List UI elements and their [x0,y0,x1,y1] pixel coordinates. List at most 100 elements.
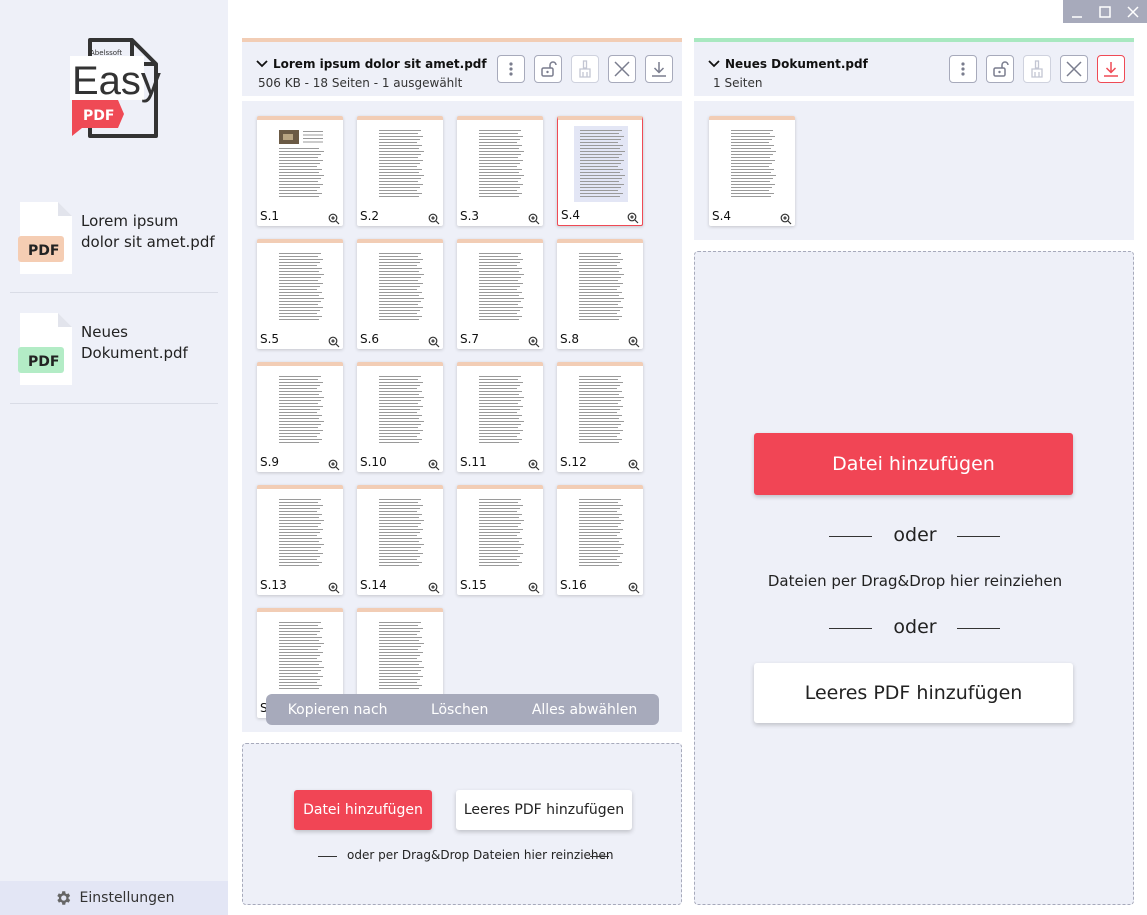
more-vertical-icon [961,62,965,76]
zoom-in-icon [328,213,340,225]
more-options-button[interactable] [497,55,525,83]
zoom-in-icon [328,336,340,348]
page-label: S.1 [260,209,280,223]
zoom-in-icon [428,213,440,225]
zoom-in-icon [528,336,540,348]
zoom-button[interactable] [428,579,440,594]
zoom-button[interactable] [780,210,792,225]
page-thumbnail[interactable]: S.3 [457,116,543,226]
page-thumbnail[interactable]: S.11 [457,362,543,472]
logo-badge-text: PDF [83,108,114,124]
page-label: S.4 [561,208,581,222]
sidebar: Abelssoft Easy PDF PDF Lorem ipsum dolor… [0,0,228,915]
window-controls [1063,0,1147,23]
page-preview [573,249,627,325]
close-icon [1066,61,1082,77]
copy-to-button[interactable]: Kopieren nach [288,702,388,718]
page-preview [473,249,527,325]
page-thumbnail[interactable]: S.10 [357,362,443,472]
document-title-toggle[interactable]: Neues Dokument.pdf [708,57,868,71]
deselect-all-button[interactable]: Alles abwählen [532,702,637,718]
zoom-button[interactable] [628,456,640,471]
page-label: S.3 [460,209,480,223]
page-thumbnail[interactable]: S.4 [709,116,795,226]
zoom-button[interactable] [528,210,540,225]
page-label: S.12 [560,455,587,469]
dropzone-right[interactable]: Datei hinzufügen oder Dateien per Drag&D… [694,251,1134,905]
page-preview [725,126,779,202]
add-file-button-small[interactable]: Datei hinzufügen [294,790,432,830]
zoom-button[interactable] [328,210,340,225]
zoom-button[interactable] [328,579,340,594]
unlock-button[interactable] [986,55,1014,83]
page-label: S.11 [460,455,487,469]
sidebar-file-lorem[interactable]: PDF Lorem ipsum dolor sit amet.pdf [10,182,218,293]
page-preview [373,372,427,448]
more-options-button[interactable] [949,55,977,83]
document-title: Neues Dokument.pdf [725,57,868,71]
page-label: S.5 [260,332,280,346]
sidebar-file-name: Neues Dokument.pdf [81,323,188,362]
zoom-in-icon [528,213,540,225]
page-preview [473,126,527,202]
document-header-left: Lorem ipsum dolor sit amet.pdf 506 KB - … [242,38,682,96]
page-thumbnail[interactable]: S.9 [257,362,343,472]
page-preview [573,495,627,571]
page-thumbnail[interactable]: S.15 [457,485,543,595]
document-header-right: Neues Dokument.pdf 1 Seiten [694,38,1134,96]
delete-button[interactable]: Löschen [431,702,488,718]
clean-button[interactable] [1023,55,1051,83]
page-thumbnail[interactable]: S.5 [257,239,343,349]
page-thumbnail[interactable]: S.4 [557,116,643,226]
zoom-button[interactable] [428,210,440,225]
clean-button[interactable] [571,55,599,83]
zoom-button[interactable] [528,579,540,594]
minimize-button[interactable] [1063,0,1091,23]
or-label-1: oder [893,524,937,546]
settings-label: Einstellungen [79,890,175,906]
close-document-button[interactable] [608,55,636,83]
zoom-in-icon [328,582,340,594]
page-thumbnail[interactable]: S.16 [557,485,643,595]
page-preview [273,372,327,448]
page-thumbnail[interactable]: S.12 [557,362,643,472]
zoom-button[interactable] [328,333,340,348]
add-empty-pdf-button[interactable]: Leeres PDF hinzufügen [754,663,1073,723]
page-thumbnail[interactable]: S.6 [357,239,443,349]
page-label: S.16 [560,578,587,592]
zoom-in-icon [780,213,792,225]
zoom-button[interactable] [628,333,640,348]
download-icon [1104,62,1118,77]
download-button[interactable] [645,55,673,83]
page-thumbnail[interactable]: S.14 [357,485,443,595]
zoom-button[interactable] [428,333,440,348]
zoom-button[interactable] [328,456,340,471]
sidebar-file-neues[interactable]: PDF Neues Dokument.pdf [10,293,218,404]
page-thumbnail[interactable]: S.1 [257,116,343,226]
zoom-button[interactable] [528,333,540,348]
page-thumbnail[interactable]: S.8 [557,239,643,349]
page-thumbnail[interactable]: S.13 [257,485,343,595]
close-button[interactable] [1119,0,1147,23]
zoom-in-icon [428,459,440,471]
add-file-button[interactable]: Datei hinzufügen [754,433,1073,495]
page-thumbnail[interactable]: S.2 [357,116,443,226]
page-preview [373,249,427,325]
zoom-button[interactable] [627,209,639,224]
zoom-button[interactable] [428,456,440,471]
document-title-toggle[interactable]: Lorem ipsum dolor sit amet.pdf [256,57,487,71]
close-document-button[interactable] [1060,55,1088,83]
download-button[interactable] [1097,55,1125,83]
page-thumbnail[interactable]: S.7 [457,239,543,349]
minimize-icon [1072,15,1082,18]
more-vertical-icon [509,62,513,76]
zoom-button[interactable] [528,456,540,471]
dropzone-bottom[interactable]: Datei hinzufügen Leeres PDF hinzufügen o… [242,743,682,905]
settings-button[interactable]: Einstellungen [0,881,228,915]
add-empty-pdf-button-small[interactable]: Leeres PDF hinzufügen [456,790,632,830]
unlock-button[interactable] [534,55,562,83]
zoom-button[interactable] [628,579,640,594]
page-preview [574,126,628,202]
chevron-down-icon [256,60,268,68]
maximize-button[interactable] [1091,0,1119,23]
